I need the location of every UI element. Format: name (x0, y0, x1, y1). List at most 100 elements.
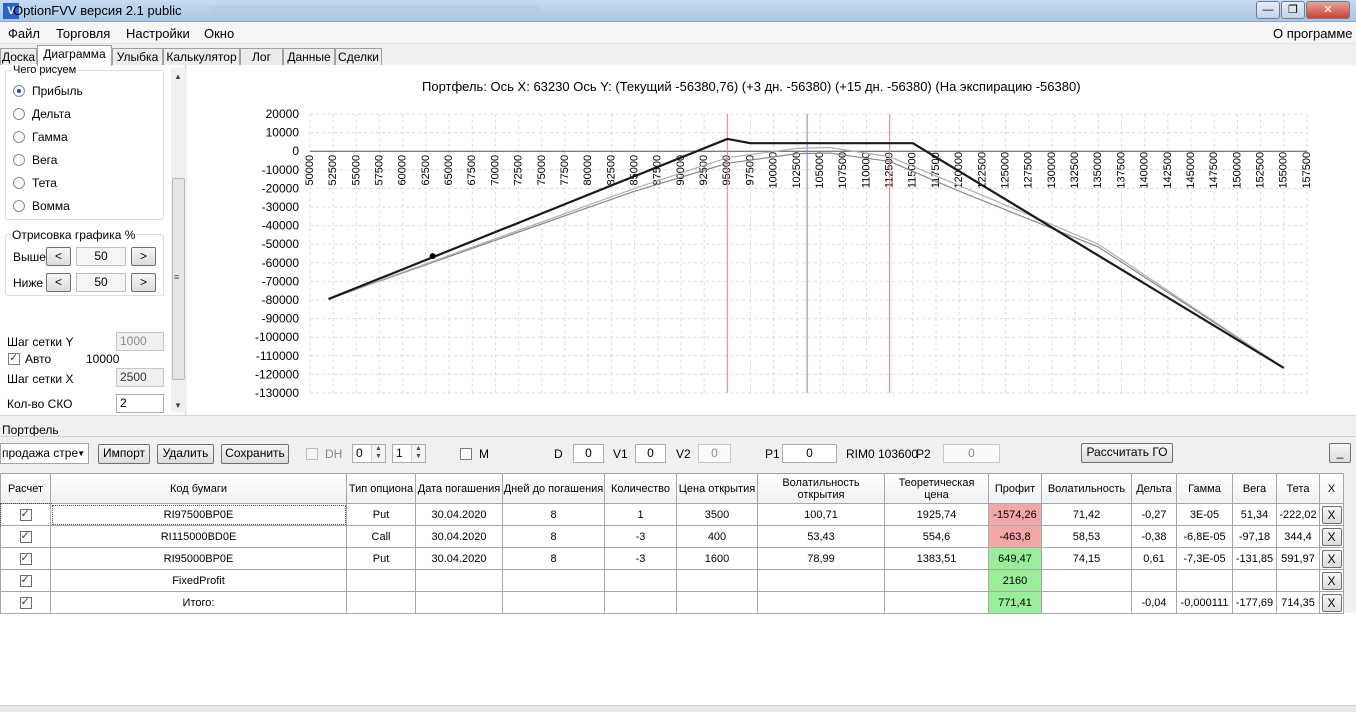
grid-x-input[interactable]: 2500 (116, 368, 164, 387)
spin-1[interactable]: 0 ▲ ▼ (352, 444, 386, 463)
gamma-cell[interactable]: -7,3E-05 (1176, 547, 1233, 570)
col-header-theta[interactable]: Тета (1276, 473, 1320, 504)
calc-cell[interactable] (0, 569, 51, 592)
spin-2-arrows-icon[interactable]: ▲ ▼ (411, 445, 425, 462)
calc-cell[interactable] (0, 547, 51, 570)
col-header-profit[interactable]: Профит (988, 473, 1042, 504)
radio-gamma[interactable] (13, 131, 25, 143)
days-cell[interactable]: 8 (502, 547, 605, 570)
delta-cell[interactable]: -0,04 (1131, 591, 1177, 614)
table-row[interactable]: RI115000BD0ECall30.04.20208-340053,43554… (0, 525, 1344, 548)
p2-input[interactable]: 0 (943, 444, 1000, 463)
table-row[interactable]: Итого: 771,41 -0,04-0,000111-177,69714,35X (0, 591, 1344, 614)
remove-row-button[interactable]: X (1321, 593, 1342, 612)
spin-1-arrows-icon[interactable]: ▲ ▼ (371, 445, 385, 462)
tab-calculator[interactable]: Калькулятор (163, 48, 240, 65)
col-header-x[interactable]: X (1319, 473, 1344, 504)
col-header-days[interactable]: Дней до погашения (502, 473, 605, 504)
radio-delta[interactable] (13, 108, 25, 120)
vol-cell[interactable]: 71,42 (1041, 503, 1132, 526)
type-cell[interactable]: Call (346, 525, 416, 548)
col-header-gamma[interactable]: Гамма (1176, 473, 1233, 504)
minimize-icon[interactable]: — (1256, 1, 1280, 19)
theta-cell[interactable]: 344,4 (1276, 525, 1320, 548)
qty-cell[interactable]: -3 (604, 547, 677, 570)
col-header-expiry[interactable]: Дата погашения (415, 473, 503, 504)
delete-button[interactable]: Удалить (157, 444, 214, 464)
col-header-calc[interactable]: Расчет (0, 473, 51, 504)
d-input[interactable]: 0 (573, 444, 604, 463)
remove-row-button[interactable]: X (1321, 549, 1342, 568)
open-price-cell[interactable]: 400 (676, 525, 758, 548)
vega-cell[interactable]: -97,18 (1232, 525, 1277, 548)
menu-settings[interactable]: Настройки (126, 26, 190, 41)
radio-vega[interactable] (13, 154, 25, 166)
save-button[interactable]: Сохранить (221, 444, 289, 464)
radio-profit[interactable] (13, 85, 25, 97)
col-header-code[interactable]: Код бумаги (50, 473, 347, 504)
calc-cell[interactable] (0, 525, 51, 548)
maximize-icon[interactable]: ❐ (1281, 1, 1305, 19)
delta-cell[interactable]: -0,38 (1131, 525, 1177, 548)
open-vol-cell[interactable] (757, 591, 885, 614)
days-cell[interactable] (502, 591, 605, 614)
tab-deals[interactable]: Сделки (335, 48, 382, 65)
calc-checkbox[interactable] (19, 507, 32, 521)
bottom-scrollbar[interactable] (0, 705, 1356, 712)
tab-log[interactable]: Лог (240, 48, 283, 65)
qty-cell[interactable]: 1 (604, 503, 677, 526)
theor-price-cell[interactable]: 1925,74 (884, 503, 989, 526)
expiry-cell[interactable]: 30.04.2020 (415, 503, 503, 526)
col-header-theor-price[interactable]: Теоретическая цена (884, 473, 989, 504)
qty-cell[interactable] (604, 569, 677, 592)
qty-cell[interactable]: -3 (604, 525, 677, 548)
remove-row-button[interactable]: X (1321, 571, 1342, 590)
minimize-panel-button[interactable]: _ (1329, 443, 1351, 463)
calc-checkbox[interactable] (19, 595, 32, 609)
theta-cell[interactable]: 714,35 (1276, 591, 1320, 614)
code-cell[interactable]: RI115000BD0E (50, 525, 347, 548)
open-price-cell[interactable]: 3500 (676, 503, 758, 526)
scroll-down-icon[interactable]: ▼ (174, 401, 182, 410)
col-header-type[interactable]: Тип опциона (346, 473, 416, 504)
profit-cell[interactable]: 2160 (988, 569, 1042, 592)
open-price-cell[interactable] (676, 569, 758, 592)
code-cell[interactable]: RI97500BP0E (50, 503, 347, 526)
spin-2[interactable]: 1 ▲ ▼ (392, 444, 426, 463)
expiry-cell[interactable]: 30.04.2020 (415, 547, 503, 570)
below-inc-button[interactable]: > (131, 273, 156, 292)
portfolio-combo[interactable]: продажа стре ▼ (0, 443, 89, 464)
theor-price-cell[interactable] (884, 591, 989, 614)
table-row[interactable]: RI97500BP0EPut30.04.2020813500100,711925… (0, 502, 1344, 527)
col-header-open-price[interactable]: Цена открытия (676, 473, 758, 504)
menu-about[interactable]: О программе (1273, 26, 1353, 41)
open-vol-cell[interactable]: 53,43 (757, 525, 885, 548)
profit-cell[interactable]: 771,41 (988, 591, 1042, 614)
splitter[interactable] (0, 415, 1356, 421)
code-cell[interactable]: Итого: (50, 591, 347, 614)
open-vol-cell[interactable] (757, 569, 885, 592)
theta-cell[interactable] (1276, 569, 1320, 592)
vega-cell[interactable] (1232, 569, 1277, 592)
tab-smile[interactable]: Улыбка (112, 48, 163, 65)
gamma-cell[interactable]: -0,000111 (1176, 591, 1233, 614)
col-header-vol[interactable]: Волатильность (1041, 473, 1132, 504)
code-cell[interactable]: FixedProfit (50, 569, 347, 592)
grid-y-input[interactable]: 1000 (116, 332, 164, 351)
theor-price-cell[interactable]: 554,6 (884, 525, 989, 548)
vega-cell[interactable]: -177,69 (1232, 591, 1277, 614)
gamma-cell[interactable] (1176, 569, 1233, 592)
type-cell[interactable] (346, 591, 416, 614)
theta-cell[interactable]: 591,97 (1276, 547, 1320, 570)
vega-cell[interactable]: 51,34 (1232, 503, 1277, 526)
days-cell[interactable]: 8 (502, 503, 605, 526)
col-header-vega[interactable]: Вега (1232, 473, 1277, 504)
tab-diagram[interactable]: Диаграмма (37, 45, 112, 66)
tab-board[interactable]: Доска (0, 48, 37, 65)
dh-checkbox[interactable] (306, 448, 318, 460)
type-cell[interactable]: Put (346, 503, 416, 526)
vol-cell[interactable]: 74,15 (1041, 547, 1132, 570)
radio-theta[interactable] (13, 177, 25, 189)
col-header-open-vol[interactable]: Волатильность открытия (757, 473, 885, 504)
open-vol-cell[interactable]: 78,99 (757, 547, 885, 570)
